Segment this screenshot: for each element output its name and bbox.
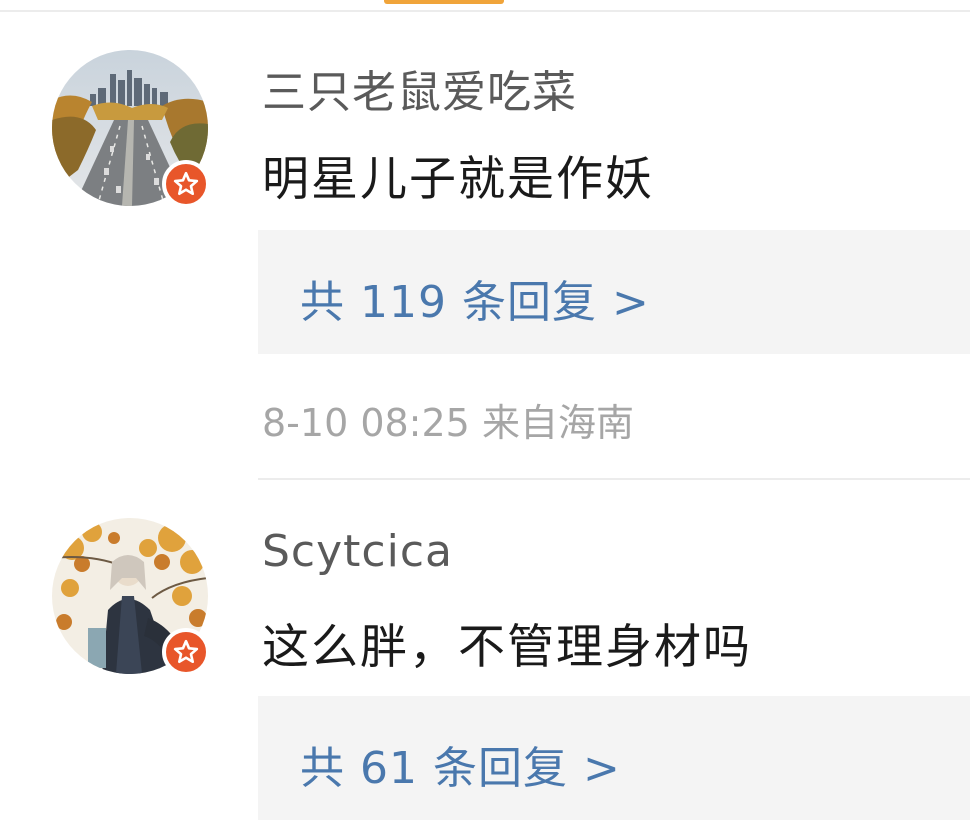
view-replies-link[interactable]: 共 119 条回复 > xyxy=(300,266,650,330)
comment-text: 这么胖，不管理身材吗 xyxy=(262,620,752,675)
comment-location: 来自海南 xyxy=(481,401,634,445)
comment-meta: 8-10 08:25 来自海南 xyxy=(262,392,634,447)
star-badge-icon xyxy=(162,160,210,208)
replies-panel[interactable]: 共 119 条回复 > xyxy=(258,230,970,354)
comment-text: 明星儿子就是作妖 xyxy=(262,152,654,207)
comment-item: Scytcica 这么胖，不管理身材吗 共 61 条回复 > xyxy=(0,480,970,827)
username[interactable]: Scytcica xyxy=(262,526,453,577)
comment-list-page: 三只老鼠爱吃菜 明星儿子就是作妖 共 119 条回复 > 8-10 08:25 … xyxy=(0,0,970,827)
username[interactable]: 三只老鼠爱吃菜 xyxy=(262,56,577,120)
comment-time: 8-10 08:25 xyxy=(262,401,470,445)
replies-panel[interactable]: 共 61 条回复 > xyxy=(258,696,970,820)
view-replies-link[interactable]: 共 61 条回复 > xyxy=(300,732,621,796)
star-badge-icon xyxy=(162,628,210,676)
comment-item: 三只老鼠爱吃菜 明星儿子就是作妖 共 119 条回复 > 8-10 08:25 … xyxy=(0,0,970,480)
